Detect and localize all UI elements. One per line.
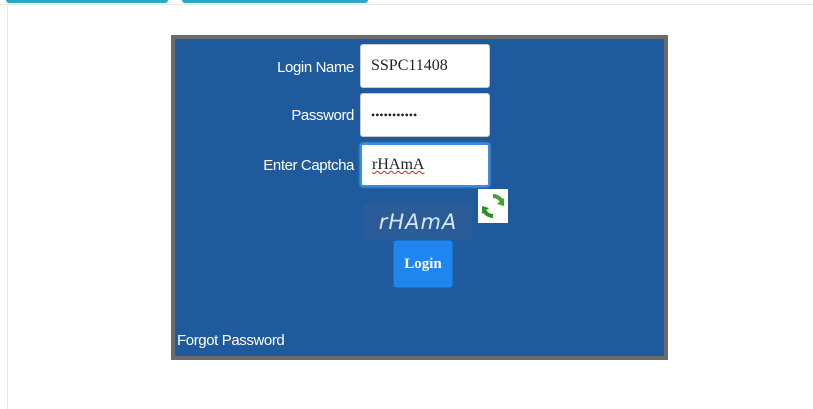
login-button[interactable]: Login: [393, 240, 453, 288]
forgot-password-link[interactable]: Forgot Password: [177, 332, 285, 349]
captcha-label: Enter Captcha: [263, 157, 354, 174]
login-name-label: Login Name: [277, 59, 354, 76]
refresh-icon: [481, 194, 505, 218]
top-tab-bar: [0, 0, 813, 8]
captcha-image: rHAmA: [364, 204, 472, 240]
captcha-input[interactable]: [360, 143, 490, 187]
password-input[interactable]: [360, 93, 490, 137]
captcha-refresh-button[interactable]: [478, 189, 508, 223]
left-divider: [7, 4, 8, 409]
login-name-input[interactable]: [360, 44, 490, 88]
login-panel: Login Name Password Enter Captcha rHAmA …: [171, 35, 668, 360]
password-label: Password: [291, 107, 354, 124]
tab-1[interactable]: [6, 0, 168, 3]
tab-2[interactable]: [182, 0, 368, 3]
top-divider: [0, 4, 813, 5]
